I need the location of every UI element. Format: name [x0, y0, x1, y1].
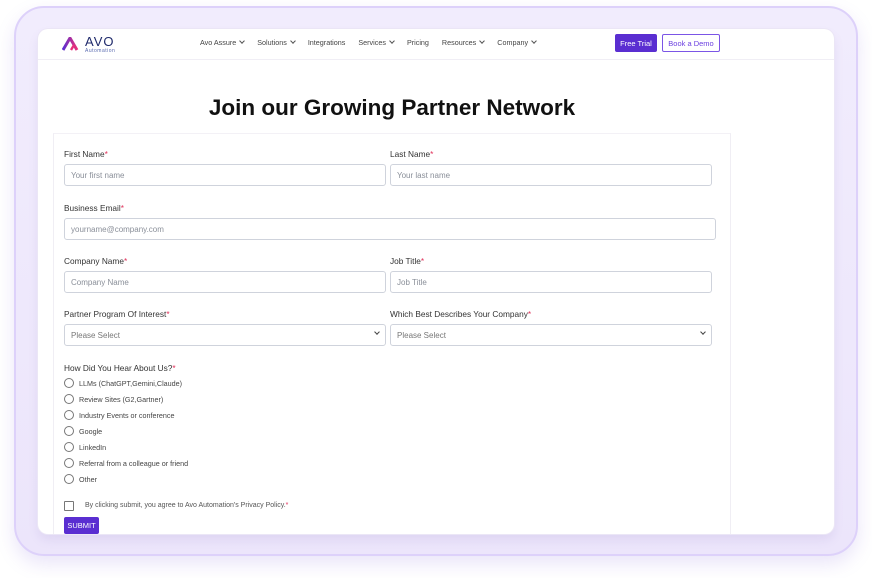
- radio-option-llms[interactable]: LLMs (ChatGPT,Gemini,Claude): [64, 378, 182, 388]
- radio-button[interactable]: [64, 410, 74, 420]
- chevron-down-icon: [531, 38, 537, 44]
- partner-program-select[interactable]: Please Select: [64, 324, 386, 346]
- radio-option-industry-events[interactable]: Industry Events or conference: [64, 410, 174, 420]
- chevron-down-icon: [479, 38, 486, 44]
- submit-button[interactable]: SUBMIT: [64, 517, 99, 534]
- nav-item-company[interactable]: Company: [497, 38, 537, 47]
- chevron-down-icon: [289, 38, 296, 44]
- job-title-label: Job Title*: [390, 256, 425, 266]
- nav-menu: Avo Assure Solutions Integrations Servic…: [200, 38, 549, 47]
- radio-label: Review Sites (G2,Gartner): [79, 394, 164, 404]
- radio-option-review-sites[interactable]: Review Sites (G2,Gartner): [64, 394, 163, 404]
- radio-button[interactable]: [64, 458, 74, 468]
- partner-program-value: Please Select: [71, 330, 120, 340]
- business-email-field[interactable]: [64, 218, 716, 240]
- company-name-field[interactable]: [64, 271, 386, 293]
- navbar: AVO Automation Avo Assure Solutions Inte…: [38, 29, 834, 60]
- last-name-field[interactable]: [390, 164, 712, 186]
- nav-item-solutions[interactable]: Solutions: [257, 38, 296, 47]
- nav-item-label: Services: [358, 38, 386, 47]
- radio-label: Referral from a colleague or friend: [79, 458, 189, 468]
- first-name-label: First Name*: [64, 149, 108, 159]
- company-type-label: Which Best Describes Your Company*: [390, 309, 532, 319]
- radio-label: LLMs (ChatGPT,Gemini,Claude): [79, 378, 183, 388]
- hear-about-label: How Did You Hear About Us?*: [64, 363, 176, 373]
- radio-button[interactable]: [64, 442, 74, 452]
- nav-item-label: Pricing: [406, 38, 429, 47]
- business-email-label: Business Email*: [64, 203, 124, 213]
- radio-label: LinkedIn: [79, 442, 107, 452]
- radio-option-other[interactable]: Other: [64, 474, 97, 484]
- radio-button[interactable]: [64, 394, 74, 404]
- nav-item-avo-assure[interactable]: Avo Assure: [200, 38, 246, 47]
- job-title-field[interactable]: [390, 271, 712, 293]
- consent-checkbox[interactable]: [64, 501, 74, 511]
- logo[interactable]: AVO Automation: [62, 35, 115, 53]
- nav-item-pricing[interactable]: Pricing: [407, 38, 429, 47]
- radio-button[interactable]: [64, 426, 74, 436]
- chevron-down-icon: [374, 329, 380, 335]
- book-demo-button[interactable]: Book a Demo: [662, 34, 720, 52]
- nav-item-resources[interactable]: Resources: [441, 38, 486, 47]
- radio-label: Industry Events or conference: [79, 410, 175, 420]
- avo-logo-icon: [62, 37, 79, 51]
- free-trial-button[interactable]: Free Trial: [615, 34, 657, 52]
- partner-program-label: Partner Program Of Interest*: [64, 309, 170, 319]
- nav-item-label: Resources: [441, 38, 477, 47]
- nav-item-services[interactable]: Services: [358, 38, 395, 47]
- page-title: Join our Growing Partner Network: [208, 95, 576, 120]
- radio-button[interactable]: [64, 378, 74, 388]
- browser-screen: AVO Automation Avo Assure Solutions Inte…: [38, 29, 834, 534]
- company-type-value: Please Select: [397, 330, 446, 340]
- logo-tagline: Automation: [85, 47, 116, 54]
- radio-option-referral[interactable]: Referral from a colleague or friend: [64, 458, 188, 468]
- consent-text: By clicking submit, you agree to Avo Aut…: [85, 502, 289, 509]
- radio-label: Google: [79, 426, 103, 436]
- company-name-label: Company Name*: [64, 256, 128, 266]
- radio-option-linkedin[interactable]: LinkedIn: [64, 442, 106, 452]
- chevron-down-icon: [389, 38, 395, 44]
- nav-item-integrations[interactable]: Integrations: [308, 38, 346, 47]
- partner-form: First Name* Last Name* Business Email* C…: [53, 133, 731, 534]
- radio-label: Other: [79, 474, 97, 484]
- radio-option-google[interactable]: Google: [64, 426, 102, 436]
- nav-item-label: Integrations: [307, 38, 346, 47]
- chevron-down-icon: [239, 38, 246, 44]
- nav-item-label: Solutions: [257, 38, 287, 47]
- first-name-field[interactable]: [64, 164, 386, 186]
- logo-wordmark: AVO: [85, 33, 115, 49]
- last-name-label: Last Name*: [390, 149, 434, 159]
- chevron-down-icon: [700, 329, 706, 335]
- nav-item-label: Avo Assure: [200, 38, 237, 47]
- radio-button[interactable]: [64, 474, 74, 484]
- nav-item-label: Company: [497, 38, 529, 47]
- company-type-select[interactable]: Please Select: [390, 324, 712, 346]
